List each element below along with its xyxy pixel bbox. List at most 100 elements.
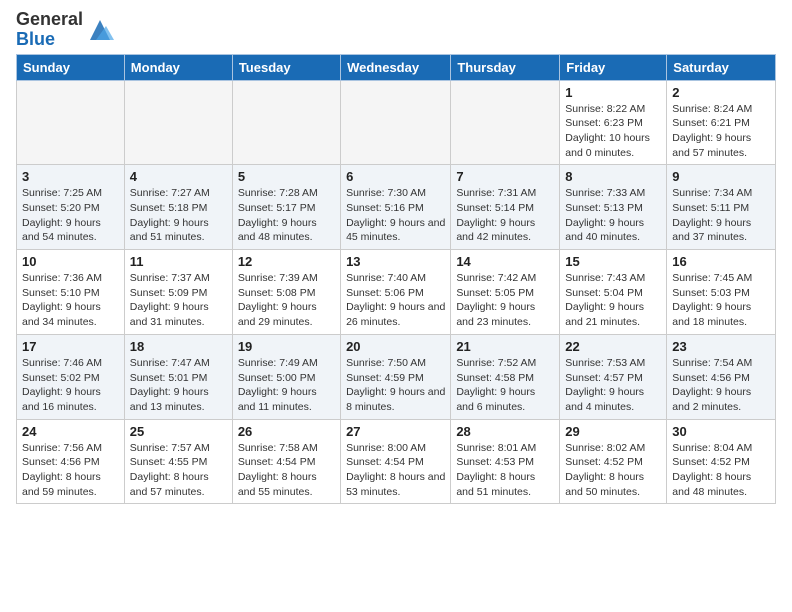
calendar-cell: 17 Sunrise: 7:46 AMSunset: 5:02 PMDayligh…	[17, 334, 125, 419]
day-number: 7	[456, 169, 554, 184]
calendar: SundayMondayTuesdayWednesdayThursdayFrid…	[16, 54, 776, 505]
calendar-cell: 3 Sunrise: 7:25 AMSunset: 5:20 PMDaylight…	[17, 165, 125, 250]
calendar-cell: 15Sunrise: 7:43 AMSunset: 5:04 PMDayligh…	[560, 250, 667, 335]
day-detail: Sunrise: 7:39 AMSunset: 5:08 PMDaylight:…	[238, 271, 335, 330]
day-detail: Sunrise: 8:02 AMSunset: 4:52 PMDaylight:…	[565, 441, 661, 500]
day-number: 17	[22, 339, 119, 354]
logo-blue: Blue	[16, 29, 55, 49]
calendar-cell	[232, 80, 340, 165]
day-detail: Sunrise: 7:47 AMSunset: 5:01 PMDaylight:…	[130, 356, 227, 415]
calendar-cell: 27 Sunrise: 8:00 AMSunset: 4:54 PMDayligh…	[341, 419, 451, 504]
logo: General Blue	[16, 10, 114, 50]
day-number: 26	[238, 424, 335, 439]
day-number: 5	[238, 169, 335, 184]
day-detail: Sunrise: 7:30 AMSunset: 5:16 PMDaylight:…	[346, 186, 445, 245]
day-number: 10	[22, 254, 119, 269]
calendar-cell: 23 Sunrise: 7:54 AMSunset: 4:56 PMDayligh…	[667, 334, 776, 419]
logo-general: General	[16, 9, 83, 29]
day-detail: Sunrise: 7:37 AMSunset: 5:09 PMDaylight:…	[130, 271, 227, 330]
day-detail: Sunrise: 7:43 AMSunset: 5:04 PMDaylight:…	[565, 271, 661, 330]
calendar-cell: 11 Sunrise: 7:37 AMSunset: 5:09 PMDayligh…	[124, 250, 232, 335]
day-detail: Sunrise: 8:04 AMSunset: 4:52 PMDaylight:…	[672, 441, 770, 500]
calendar-cell	[341, 80, 451, 165]
day-detail: Sunrise: 8:24 AMSunset: 6:21 PMDaylight:…	[672, 102, 770, 161]
day-detail: Sunrise: 7:54 AMSunset: 4:56 PMDaylight:…	[672, 356, 770, 415]
calendar-cell	[451, 80, 560, 165]
day-detail: Sunrise: 7:49 AMSunset: 5:00 PMDaylight:…	[238, 356, 335, 415]
header: General Blue	[0, 0, 792, 54]
calendar-cell: 14 Sunrise: 7:42 AMSunset: 5:05 PMDayligh…	[451, 250, 560, 335]
calendar-cell: 16 Sunrise: 7:45 AMSunset: 5:03 PMDayligh…	[667, 250, 776, 335]
day-detail: Sunrise: 7:33 AMSunset: 5:13 PMDaylight:…	[565, 186, 661, 245]
day-number: 18	[130, 339, 227, 354]
day-number: 21	[456, 339, 554, 354]
calendar-cell: 22 Sunrise: 7:53 AMSunset: 4:57 PMDayligh…	[560, 334, 667, 419]
calendar-cell: 13Sunrise: 7:40 AMSunset: 5:06 PMDayligh…	[341, 250, 451, 335]
dow-header-thursday: Thursday	[451, 54, 560, 80]
day-detail: Sunrise: 7:42 AMSunset: 5:05 PMDaylight:…	[456, 271, 554, 330]
day-number: 25	[130, 424, 227, 439]
calendar-cell: 29 Sunrise: 8:02 AMSunset: 4:52 PMDayligh…	[560, 419, 667, 504]
calendar-cell	[17, 80, 125, 165]
day-number: 22	[565, 339, 661, 354]
day-detail: Sunrise: 7:25 AMSunset: 5:20 PMDaylight:…	[22, 186, 119, 245]
day-number: 24	[22, 424, 119, 439]
day-detail: Sunrise: 7:52 AMSunset: 4:58 PMDaylight:…	[456, 356, 554, 415]
day-number: 27	[346, 424, 445, 439]
day-number: 20	[346, 339, 445, 354]
logo-icon	[86, 16, 114, 44]
calendar-cell	[124, 80, 232, 165]
day-number: 3	[22, 169, 119, 184]
day-detail: Sunrise: 7:56 AMSunset: 4:56 PMDaylight:…	[22, 441, 119, 500]
calendar-cell: 25 Sunrise: 7:57 AMSunset: 4:55 PMDayligh…	[124, 419, 232, 504]
day-detail: Sunrise: 7:28 AMSunset: 5:17 PMDaylight:…	[238, 186, 335, 245]
day-number: 14	[456, 254, 554, 269]
day-number: 11	[130, 254, 227, 269]
day-detail: Sunrise: 7:58 AMSunset: 4:54 PMDaylight:…	[238, 441, 335, 500]
day-detail: Sunrise: 7:36 AMSunset: 5:10 PMDaylight:…	[22, 271, 119, 330]
day-number: 6	[346, 169, 445, 184]
day-number: 13	[346, 254, 445, 269]
calendar-cell: 12 Sunrise: 7:39 AMSunset: 5:08 PMDayligh…	[232, 250, 340, 335]
day-detail: Sunrise: 7:46 AMSunset: 5:02 PMDaylight:…	[22, 356, 119, 415]
day-number: 12	[238, 254, 335, 269]
calendar-cell: 10 Sunrise: 7:36 AMSunset: 5:10 PMDayligh…	[17, 250, 125, 335]
day-number: 16	[672, 254, 770, 269]
calendar-cell: 7Sunrise: 7:31 AMSunset: 5:14 PMDaylight…	[451, 165, 560, 250]
day-number: 30	[672, 424, 770, 439]
day-detail: Sunrise: 7:50 AMSunset: 4:59 PMDaylight:…	[346, 356, 445, 415]
calendar-cell: 6 Sunrise: 7:30 AMSunset: 5:16 PMDaylight…	[341, 165, 451, 250]
dow-header-monday: Monday	[124, 54, 232, 80]
dow-header-friday: Friday	[560, 54, 667, 80]
dow-header-saturday: Saturday	[667, 54, 776, 80]
day-detail: Sunrise: 7:57 AMSunset: 4:55 PMDaylight:…	[130, 441, 227, 500]
day-detail: Sunrise: 8:22 AMSunset: 6:23 PMDaylight:…	[565, 102, 661, 161]
day-detail: Sunrise: 8:00 AMSunset: 4:54 PMDaylight:…	[346, 441, 445, 500]
day-detail: Sunrise: 7:45 AMSunset: 5:03 PMDaylight:…	[672, 271, 770, 330]
day-detail: Sunrise: 7:27 AMSunset: 5:18 PMDaylight:…	[130, 186, 227, 245]
calendar-cell: 21 Sunrise: 7:52 AMSunset: 4:58 PMDayligh…	[451, 334, 560, 419]
calendar-cell: 24 Sunrise: 7:56 AMSunset: 4:56 PMDayligh…	[17, 419, 125, 504]
day-number: 29	[565, 424, 661, 439]
day-number: 9	[672, 169, 770, 184]
calendar-cell: 20 Sunrise: 7:50 AMSunset: 4:59 PMDayligh…	[341, 334, 451, 419]
logo-text-block: General Blue	[16, 10, 83, 50]
calendar-cell: 2 Sunrise: 8:24 AMSunset: 6:21 PMDaylight…	[667, 80, 776, 165]
calendar-cell: 8Sunrise: 7:33 AMSunset: 5:13 PMDaylight…	[560, 165, 667, 250]
dow-header-sunday: Sunday	[17, 54, 125, 80]
calendar-cell: 28Sunrise: 8:01 AMSunset: 4:53 PMDayligh…	[451, 419, 560, 504]
day-detail: Sunrise: 7:53 AMSunset: 4:57 PMDaylight:…	[565, 356, 661, 415]
calendar-cell: 1 Sunrise: 8:22 AMSunset: 6:23 PMDaylight…	[560, 80, 667, 165]
day-number: 2	[672, 85, 770, 100]
calendar-cell: 4 Sunrise: 7:27 AMSunset: 5:18 PMDaylight…	[124, 165, 232, 250]
day-number: 19	[238, 339, 335, 354]
calendar-cell: 30 Sunrise: 8:04 AMSunset: 4:52 PMDayligh…	[667, 419, 776, 504]
day-number: 1	[565, 85, 661, 100]
calendar-cell: 19 Sunrise: 7:49 AMSunset: 5:00 PMDayligh…	[232, 334, 340, 419]
day-number: 23	[672, 339, 770, 354]
calendar-cell: 26 Sunrise: 7:58 AMSunset: 4:54 PMDayligh…	[232, 419, 340, 504]
calendar-cell: 9Sunrise: 7:34 AMSunset: 5:11 PMDaylight…	[667, 165, 776, 250]
day-detail: Sunrise: 8:01 AMSunset: 4:53 PMDaylight:…	[456, 441, 554, 500]
dow-header-tuesday: Tuesday	[232, 54, 340, 80]
day-number: 4	[130, 169, 227, 184]
